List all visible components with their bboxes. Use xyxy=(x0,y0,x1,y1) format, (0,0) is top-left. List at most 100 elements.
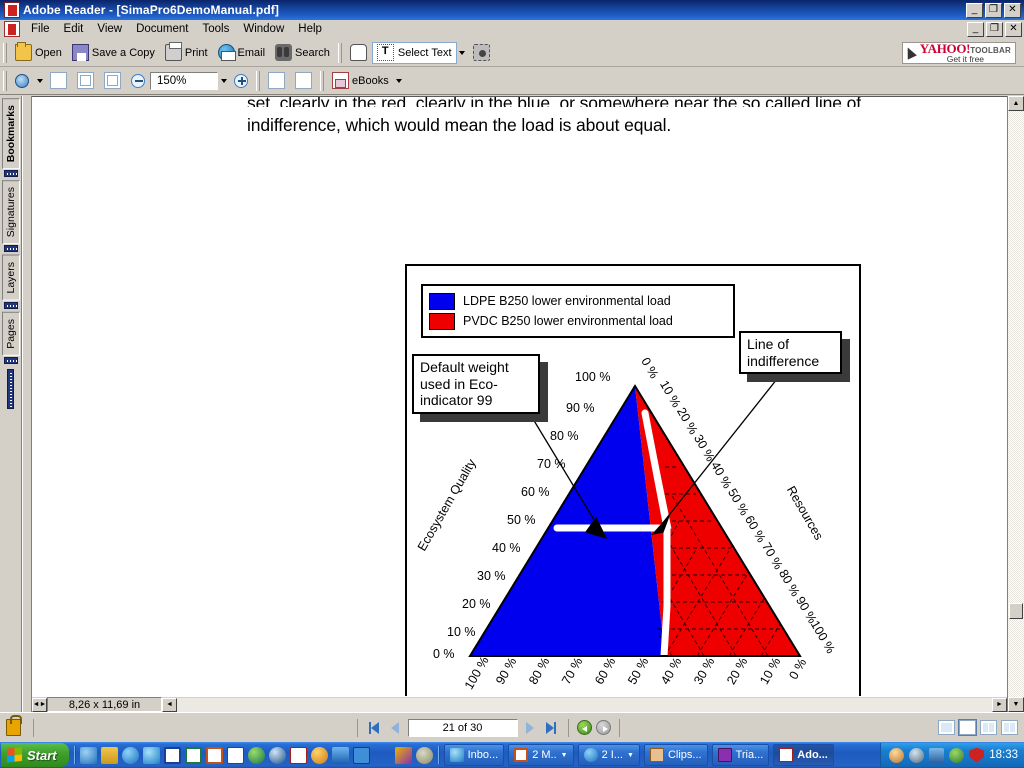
sidebar-item-bookmarks[interactable]: Bookmarks xyxy=(1,98,20,170)
select-text-tool-button[interactable]: Select Text xyxy=(371,41,457,64)
excel-icon[interactable] xyxy=(184,746,202,764)
globe-app-icon[interactable] xyxy=(247,746,265,764)
pages-grip[interactable] xyxy=(3,356,18,364)
layers-grip[interactable] xyxy=(3,301,18,309)
network2-icon[interactable] xyxy=(929,747,945,763)
taskbar-item-triangle[interactable]: Tria... xyxy=(711,744,770,766)
menu-help[interactable]: Help xyxy=(291,21,329,37)
navigation-pane-splitter[interactable] xyxy=(7,368,14,409)
zoom-level-chevron-down-icon[interactable] xyxy=(218,71,229,91)
go-forward-icon[interactable] xyxy=(595,720,611,735)
chart-app-icon[interactable] xyxy=(226,746,244,764)
menu-view[interactable]: View xyxy=(90,21,129,37)
vscroll-down-button[interactable]: ▼ xyxy=(1008,697,1024,712)
close-button[interactable]: ✕ xyxy=(1004,2,1021,18)
sidebar-item-pages[interactable]: Pages xyxy=(1,311,20,356)
zoom-level-input[interactable]: 150% xyxy=(150,71,218,90)
lock-icon[interactable] xyxy=(6,715,22,736)
start-button[interactable]: Start xyxy=(1,743,69,767)
zoom-tool-button[interactable] xyxy=(10,70,34,92)
taskbar-item-powerpoint-group[interactable]: 2 M.. ▼ xyxy=(508,744,574,766)
maximize-button[interactable]: ❐ xyxy=(985,2,1002,18)
single-page-view-icon[interactable] xyxy=(938,720,955,735)
first-page-button[interactable] xyxy=(366,719,383,736)
fit-page-button[interactable] xyxy=(72,70,99,92)
menu-edit[interactable]: Edit xyxy=(57,21,91,37)
taskbar-item-adobe[interactable]: Ado... xyxy=(773,744,834,766)
fit-width-button[interactable] xyxy=(99,70,126,92)
word-icon[interactable] xyxy=(163,746,181,764)
document-icon[interactable] xyxy=(4,21,20,37)
hscroll-left-button[interactable]: ◄ xyxy=(162,697,177,712)
clock[interactable]: 18:33 xyxy=(989,749,1018,761)
vscroll-split-button[interactable]: ▲ xyxy=(1008,96,1024,111)
photo-app-icon[interactable] xyxy=(352,746,370,764)
hscroll-right-button[interactable]: ► xyxy=(992,697,1007,712)
network-icon[interactable] xyxy=(909,747,925,763)
antivirus-shield-icon[interactable] xyxy=(969,747,985,763)
document-horizontal-scrollbar[interactable]: ◄► 8,26 x 11,69 in ◄ ► xyxy=(32,696,1007,712)
email-button[interactable]: Email xyxy=(213,42,271,64)
actual-size-button[interactable] xyxy=(45,70,72,92)
rotate-toolbar-grip[interactable] xyxy=(256,70,260,91)
media-player-icon[interactable] xyxy=(310,746,328,764)
tool-app-icon[interactable] xyxy=(415,746,433,764)
toolbar-grip[interactable] xyxy=(3,42,7,63)
document-vertical-scrollbar[interactable]: ▲ ▼ xyxy=(1007,96,1024,712)
signatures-grip[interactable] xyxy=(3,245,18,253)
paint-app-icon[interactable] xyxy=(394,746,412,764)
menu-document[interactable]: Document xyxy=(129,21,195,37)
ebooks-chevron-down-icon[interactable] xyxy=(394,71,405,91)
go-back-icon[interactable] xyxy=(576,720,592,735)
hscroll-grip-icon[interactable]: ◄► xyxy=(32,697,47,712)
vscroll-track[interactable] xyxy=(1008,111,1024,697)
rotate-clockwise-button[interactable] xyxy=(263,70,290,92)
internet-explorer-icon[interactable] xyxy=(121,746,139,764)
menu-window[interactable]: Window xyxy=(236,21,291,37)
toolbar-grip-2[interactable] xyxy=(337,42,342,63)
menu-file[interactable]: File xyxy=(24,21,57,37)
vscroll-thumb[interactable] xyxy=(1009,603,1023,620)
zoom-out-button[interactable] xyxy=(126,70,150,92)
document-close-button[interactable]: ✕ xyxy=(1005,21,1022,37)
refresh-icon[interactable] xyxy=(79,746,97,764)
folder-icon[interactable] xyxy=(100,746,118,764)
hand-tool-button[interactable] xyxy=(345,42,372,64)
clock-app-icon[interactable] xyxy=(268,746,286,764)
taskbar-item-clips[interactable]: Clips... xyxy=(643,744,708,766)
user-icon[interactable] xyxy=(889,747,905,763)
print-button[interactable]: Print xyxy=(160,42,213,64)
zoom-tool-chevron-down-icon[interactable] xyxy=(34,71,45,91)
facing-pages-view-icon[interactable] xyxy=(980,720,997,735)
powerpoint-icon[interactable] xyxy=(205,746,223,764)
taskbar-item-ie-group[interactable]: 2 I... ▼ xyxy=(577,744,640,766)
page-number-input[interactable]: 21 of 30 xyxy=(407,718,518,737)
outlook-icon[interactable] xyxy=(142,746,160,764)
hscroll-track[interactable] xyxy=(177,697,992,712)
sidebar-item-signatures[interactable]: Signatures xyxy=(1,180,20,245)
play-icon[interactable] xyxy=(374,747,391,764)
search-button[interactable]: Search xyxy=(270,42,335,64)
yahoo-toolbar-promo[interactable]: YAHOO!TOOLBAR Get it free xyxy=(901,41,1016,64)
pdf-page-view[interactable]: set, clearly in the red, clearly in the … xyxy=(32,96,1007,696)
taskbar-item-inbox[interactable]: Inbo... xyxy=(443,744,505,766)
last-page-button[interactable] xyxy=(543,719,560,736)
save-a-copy-button[interactable]: Save a Copy xyxy=(67,42,160,64)
sidebar-item-layers[interactable]: Layers xyxy=(1,255,20,301)
next-page-button[interactable] xyxy=(522,719,539,736)
document-pane-splitter[interactable] xyxy=(22,96,32,712)
blue-app-icon[interactable] xyxy=(331,746,349,764)
window-title-bar[interactable]: Adobe Reader - [SimaPro6DemoManual.pdf] … xyxy=(0,0,1024,20)
snapshot-button[interactable] xyxy=(468,42,495,64)
document-restore-button[interactable]: ❐ xyxy=(986,21,1003,37)
select-text-dropdown-chevron-down-icon[interactable] xyxy=(457,43,468,63)
bookmarks-grip[interactable] xyxy=(3,170,18,178)
acrobat-icon[interactable] xyxy=(289,746,307,764)
previous-page-button[interactable] xyxy=(387,719,404,736)
ebooks-button[interactable]: eBooks xyxy=(327,70,394,92)
continuous-facing-view-icon[interactable] xyxy=(1001,720,1018,735)
rotate-counterclockwise-button[interactable] xyxy=(290,70,317,92)
update-icon[interactable] xyxy=(949,747,965,763)
zoom-toolbar-grip[interactable] xyxy=(3,70,7,91)
continuous-view-icon[interactable] xyxy=(958,719,977,736)
